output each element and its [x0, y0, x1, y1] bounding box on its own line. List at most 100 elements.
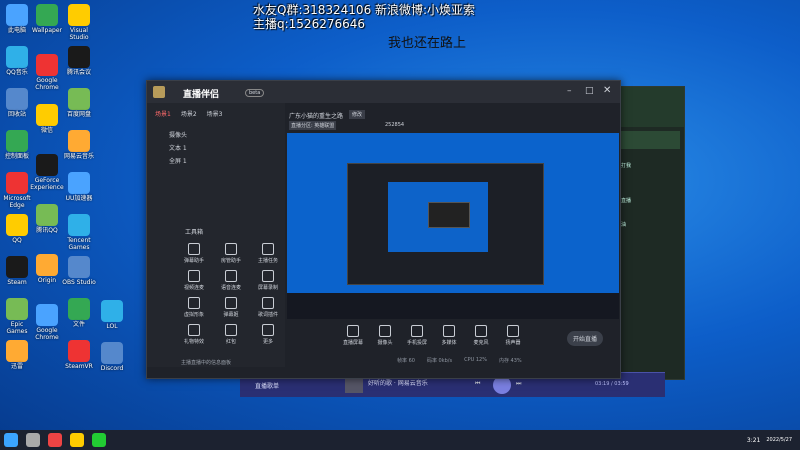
clock-date: 2022/5/27	[766, 437, 792, 443]
tool-icon	[262, 297, 274, 309]
desktop-item-c1-8[interactable]: 迅雷	[0, 340, 34, 370]
control-label: 扬声器	[505, 340, 521, 346]
desktop-item-c1-3-icon	[6, 130, 28, 152]
prev-button[interactable]: ⏮	[475, 380, 480, 388]
desktop-item-c1-7[interactable]: Epic Games	[0, 298, 34, 335]
source-item-0[interactable]: 摄像头	[159, 130, 273, 139]
app-name: 直播伴侣	[183, 90, 220, 100]
tab-scene-1[interactable]: 场景2	[181, 109, 197, 118]
desktop-item-c2-6-icon	[36, 304, 58, 326]
desktop-item-c2-1[interactable]: Google Chrome	[30, 54, 64, 91]
tool-button[interactable]: 礼物特效	[177, 324, 211, 345]
room-meta: 直播分区: 英雄联盟	[289, 121, 337, 130]
desktop-icon-label: 网易云音乐	[63, 153, 94, 160]
control-button-1[interactable]: 摄像头	[369, 325, 401, 346]
desktop-item-c1-2-icon	[6, 88, 28, 110]
desktop-item-c1-4[interactable]: Microsoft Edge	[0, 172, 34, 209]
tool-row: 礼物特效 红包 更多	[177, 324, 285, 345]
tool-button[interactable]: 红包	[214, 324, 248, 345]
wechat-icon[interactable]	[92, 433, 106, 447]
desktop-item-c3-3[interactable]: 网易云音乐	[62, 130, 96, 160]
desktop-item-c2-4-icon	[36, 204, 58, 226]
desktop-item-c4-1[interactable]: Discord	[95, 342, 129, 372]
tool-button[interactable]: 歌词插件	[251, 297, 285, 318]
desktop-item-c2-1-icon	[36, 54, 58, 76]
tool-button[interactable]: 房管助手	[214, 243, 248, 264]
desktop-item-c3-2[interactable]: 百度网盘	[62, 88, 96, 118]
clock-time: 3:21	[746, 436, 761, 444]
tool-button[interactable]: 主播任务	[251, 243, 285, 264]
desktop-item-c2-2[interactable]: 微信	[30, 104, 64, 134]
desktop-icon-label: Google Chrome	[35, 327, 59, 341]
desktop-icon-label: 控制面板	[4, 153, 29, 160]
tool-icon	[188, 243, 200, 255]
status-item-2: CPU 12%	[464, 357, 487, 363]
tool-button[interactable]: 语音连麦	[214, 270, 248, 291]
desktop-item-c3-0[interactable]: Visual Studio	[62, 4, 96, 41]
desktop-item-c1-2[interactable]: 回收站	[0, 88, 34, 118]
desktop-item-c3-2-icon	[68, 88, 90, 110]
control-button-0[interactable]: 直播屏幕	[337, 325, 369, 346]
desktop-item-c1-1[interactable]: QQ音乐	[0, 46, 34, 76]
tool-button[interactable]: 弹幕姬	[214, 297, 248, 318]
explorer-icon[interactable]	[70, 433, 84, 447]
start-live-button[interactable]: 开始直播	[567, 331, 604, 346]
desktop-item-c2-4[interactable]: 腾讯QQ	[30, 204, 64, 234]
tool-button[interactable]: 视频连麦	[177, 270, 211, 291]
tool-button[interactable]: 虚拟形象	[177, 297, 211, 318]
desktop-item-c3-1[interactable]: 腾讯会议	[62, 46, 96, 76]
tool-button[interactable]: 更多	[251, 324, 285, 345]
desktop-item-c3-4[interactable]: UU加速器	[62, 172, 96, 202]
stream-preview	[287, 133, 619, 319]
close-button[interactable]: ✕	[603, 85, 611, 96]
tool-label: 虚拟形象	[183, 312, 204, 318]
room-edit-button[interactable]: 修改	[349, 110, 366, 119]
start-icon[interactable]	[4, 433, 18, 447]
track-name: 好听的歌 · 网易云音乐	[368, 380, 428, 387]
tool-icon	[262, 243, 274, 255]
footer-left: 主播直播中的信息面板	[181, 360, 232, 366]
next-button[interactable]: ⏭	[516, 380, 521, 388]
source-item-2[interactable]: 全屏 1	[159, 156, 273, 165]
desktop-item-c4-0[interactable]: LOL	[95, 300, 129, 330]
desktop-icon-label: 此电脑	[7, 27, 26, 34]
tab-scene-0[interactable]: 场景1	[155, 109, 171, 118]
control-button-3[interactable]: 多媒体	[433, 325, 465, 346]
track-time: 03:19 / 03:59	[595, 381, 629, 387]
desktop-item-c1-8-icon	[6, 340, 28, 362]
desktop-item-c2-6[interactable]: Google Chrome	[30, 304, 64, 341]
chrome-icon[interactable]	[48, 433, 62, 447]
maximize-button[interactable]: □	[585, 86, 594, 96]
desktop-item-c2-0[interactable]: Wallpaper	[30, 4, 64, 34]
desktop-item-c1-6-icon	[6, 256, 28, 278]
search-icon[interactable]	[26, 433, 40, 447]
desktop-item-c3-3-icon	[68, 130, 90, 152]
tools-title: 工具箱	[185, 229, 204, 236]
desktop-item-c1-0[interactable]: 此电脑	[0, 4, 34, 34]
control-button-2[interactable]: 手机投屏	[401, 325, 433, 346]
desktop-item-c1-5[interactable]: QQ	[0, 214, 34, 244]
desktop-item-c2-3[interactable]: GeForce Experience	[30, 154, 64, 191]
minimize-button[interactable]: –	[567, 86, 572, 96]
tab-scene-2[interactable]: 场景3	[207, 109, 223, 118]
tool-row: 虚拟形象 弹幕姬 歌词插件	[177, 297, 285, 318]
tool-button[interactable]: 弹幕助手	[177, 243, 211, 264]
desktop-icon-label: Tencent Games	[67, 237, 91, 251]
control-label: 多媒体	[441, 340, 457, 346]
desktop-item-c1-6[interactable]: Steam	[0, 256, 34, 286]
live-companion-window: 直播伴侣 beta – □ ✕ 场景1 场景2 场景3 摄像头 文本 1 全屏 1 工具…	[146, 80, 621, 379]
control-button-4[interactable]: 麦克风	[465, 325, 497, 346]
desktop-item-c3-6[interactable]: OBS Studio	[62, 256, 96, 286]
desktop-item-c2-5[interactable]: Origin	[30, 254, 64, 284]
desktop-item-c3-8[interactable]: SteamVR	[62, 340, 96, 370]
desktop-item-c1-3[interactable]: 控制面板	[0, 130, 34, 160]
control-icon	[411, 325, 423, 337]
desktop-item-c1-0-icon	[6, 4, 28, 26]
tool-button[interactable]: 屏幕录制	[251, 270, 285, 291]
desktop-item-c3-5[interactable]: Tencent Games	[62, 214, 96, 251]
desktop-icon-label: 文件	[72, 321, 85, 328]
control-icon	[379, 325, 391, 337]
control-button-5[interactable]: 扬声器	[497, 325, 529, 346]
source-item-1[interactable]: 文本 1	[159, 143, 273, 152]
desktop-item-c3-7[interactable]: 文件	[62, 298, 96, 328]
